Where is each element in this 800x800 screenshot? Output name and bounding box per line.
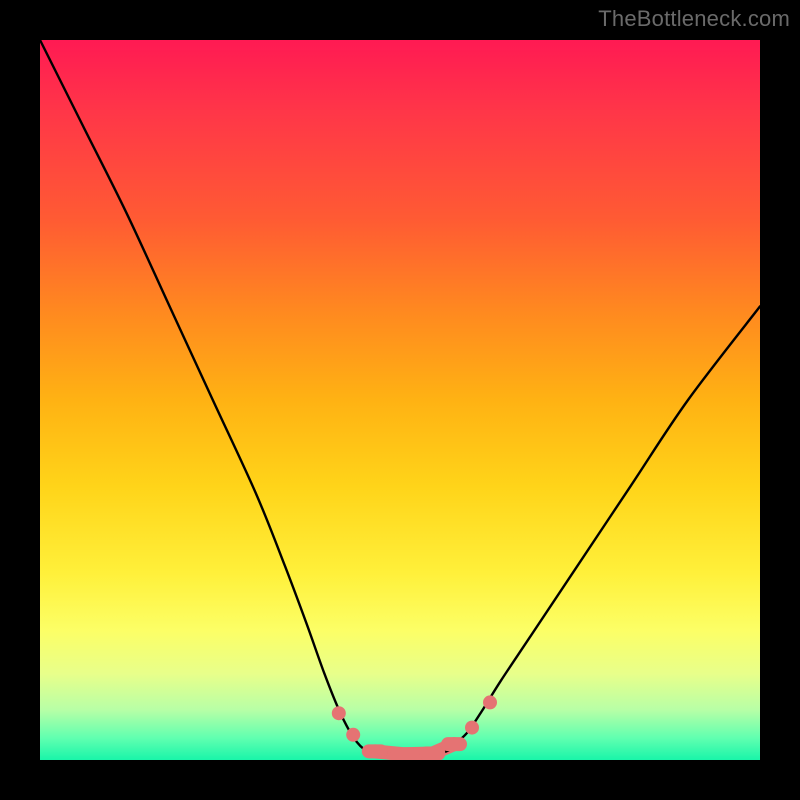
watermark-label: TheBottleneck.com [598, 6, 790, 32]
valley-marker [419, 747, 445, 760]
valley-marker [441, 737, 467, 751]
valley-marker [332, 706, 346, 720]
chart-frame: TheBottleneck.com [0, 0, 800, 800]
chart-canvas [40, 40, 760, 760]
valley-marker [362, 744, 388, 758]
valley-marker [391, 747, 417, 760]
plot-area [40, 40, 760, 760]
valley-marker [483, 695, 497, 709]
valley-marker [465, 721, 479, 735]
curve-right-curve [443, 306, 760, 752]
valley-marker [346, 728, 360, 742]
curve-left-curve [40, 40, 371, 753]
